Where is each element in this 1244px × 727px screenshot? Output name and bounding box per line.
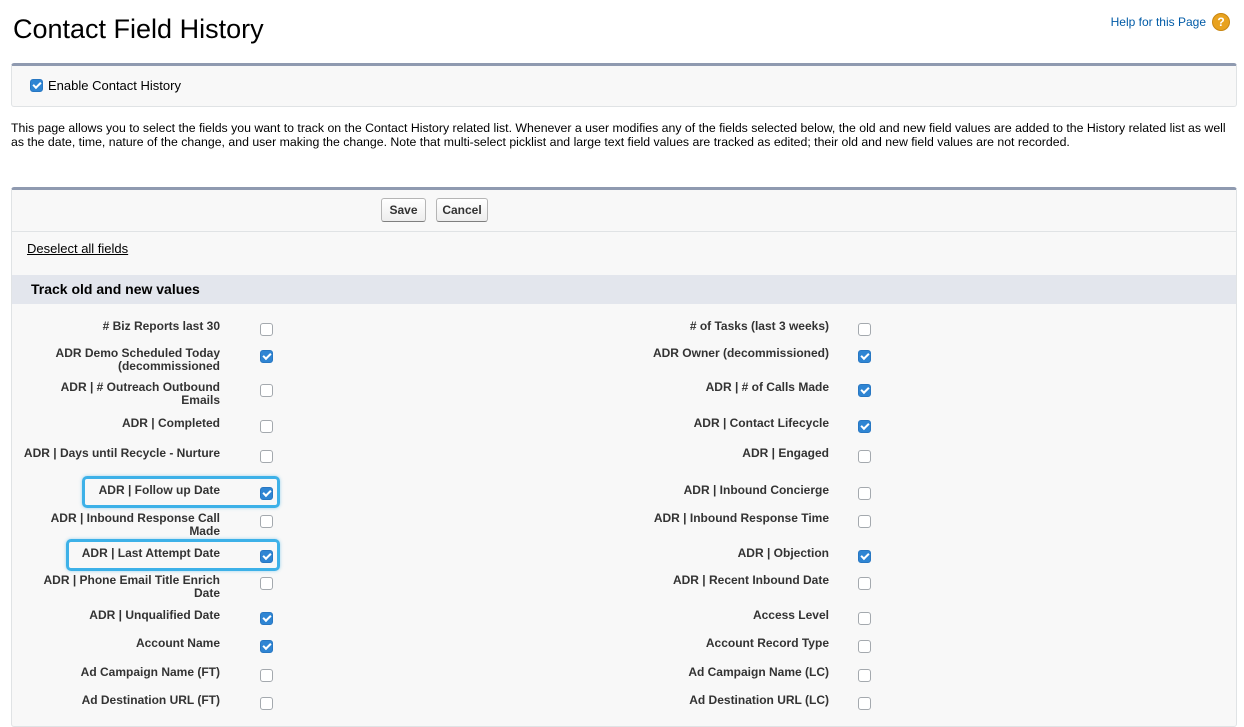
deselect-all-link[interactable]: Deselect all fields (27, 241, 128, 256)
help-link[interactable]: Help for this Page ? (1111, 13, 1230, 31)
field-checkbox[interactable] (260, 669, 273, 682)
field-label: ADR | Recent Inbound Date (672, 573, 829, 587)
field-label: ADR | Unqualified Date (89, 608, 220, 622)
field-checkbox[interactable] (858, 450, 871, 463)
section-header: Track old and new values (12, 275, 1236, 304)
field-checkbox[interactable] (858, 640, 871, 653)
field-checkbox[interactable] (858, 323, 871, 336)
field-checkbox[interactable] (858, 612, 871, 625)
field-label: ADR Demo Scheduled Today (decommissioned (55, 346, 220, 373)
enable-history-panel: Enable Contact History (11, 63, 1237, 107)
field-label: ADR | Inbound Concierge (683, 483, 829, 497)
field-label: Ad Destination URL (LC) (689, 693, 829, 707)
field-checkbox[interactable] (858, 550, 871, 563)
field-checkbox[interactable] (260, 384, 273, 397)
field-checkbox[interactable] (260, 323, 273, 336)
field-checkbox[interactable] (260, 577, 273, 590)
field-label: Account Record Type (705, 636, 829, 650)
enable-history-label: Enable Contact History (48, 78, 181, 93)
field-checkbox[interactable] (260, 612, 273, 625)
field-label: ADR | Completed (121, 416, 220, 430)
page-description: This page allows you to select the field… (11, 121, 1226, 149)
field-checkbox[interactable] (858, 697, 871, 710)
highlight-box (82, 476, 280, 508)
page-title: Contact Field History (13, 14, 264, 44)
cancel-button[interactable]: Cancel (436, 198, 488, 222)
field-label: Ad Campaign Name (LC) (688, 665, 829, 679)
highlight-box (66, 539, 280, 571)
field-label: # Biz Reports last 30 (102, 319, 220, 333)
field-checkbox[interactable] (260, 697, 273, 710)
field-checkbox[interactable] (858, 384, 871, 397)
field-checkbox[interactable] (260, 450, 273, 463)
field-checkbox[interactable] (858, 515, 871, 528)
field-label: ADR | Inbound Response Time (653, 511, 829, 525)
field-label: Ad Destination URL (FT) (81, 693, 220, 707)
field-checkbox[interactable] (260, 515, 273, 528)
field-checkbox[interactable] (260, 640, 273, 653)
button-bar: Save Cancel (12, 190, 1236, 232)
field-checkbox[interactable] (260, 420, 273, 433)
field-tracking-panel: Save Cancel Deselect all fields Track ol… (11, 187, 1237, 727)
field-label: ADR | Phone Email Title Enrich Date (43, 573, 220, 600)
help-icon[interactable]: ? (1212, 13, 1230, 31)
field-checkbox[interactable] (858, 350, 871, 363)
field-checkbox[interactable] (858, 420, 871, 433)
field-label: ADR Owner (decommissioned) (652, 346, 829, 360)
section-title: Track old and new values (31, 281, 200, 297)
field-label: # of Tasks (last 3 weeks) (689, 319, 829, 333)
field-checkbox[interactable] (858, 577, 871, 590)
field-label: ADR | Objection (737, 546, 829, 560)
field-label: Access Level (752, 608, 829, 622)
field-checkbox[interactable] (858, 487, 871, 500)
save-button[interactable]: Save (381, 198, 426, 222)
field-label: Ad Campaign Name (FT) (80, 665, 220, 679)
field-label: ADR | Engaged (742, 446, 829, 460)
field-label: ADR | # of Calls Made (705, 380, 829, 394)
field-label: ADR | Inbound Response Call Made (50, 511, 220, 538)
enable-history-checkbox[interactable] (30, 79, 43, 92)
field-checkbox[interactable] (260, 350, 273, 363)
field-label: ADR | # Outreach Outbound Emails (60, 380, 220, 407)
field-label: ADR | Contact Lifecycle (693, 416, 829, 430)
field-label: ADR | Days until Recycle - Nurture (23, 446, 220, 460)
field-checkbox[interactable] (858, 669, 871, 682)
field-label: Account Name (135, 636, 220, 650)
help-link-label[interactable]: Help for this Page (1111, 15, 1206, 29)
